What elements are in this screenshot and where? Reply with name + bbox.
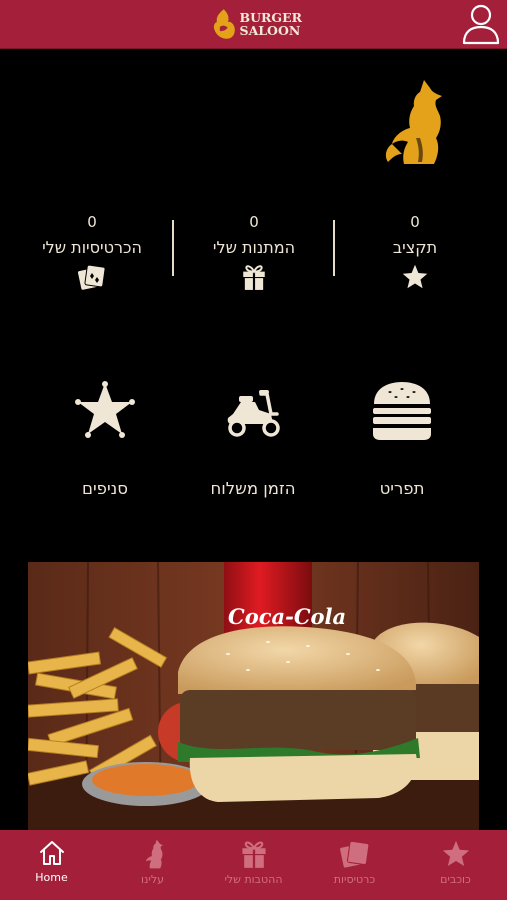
star-icon <box>442 840 469 866</box>
menu-button-label: תפריט <box>379 479 425 498</box>
burger-icon <box>373 382 431 440</box>
tab-home-label: Home <box>35 871 68 884</box>
gifts-label: המתנות שלי <box>212 238 296 257</box>
tab-benefits-label: ההטבות שלי <box>224 873 283 886</box>
gift-icon <box>243 265 265 290</box>
promo-food-image: Coca-Cola <box>28 562 479 830</box>
tab-home[interactable]: Home <box>1 830 102 900</box>
stat-budget[interactable]: 0 תקציב <box>335 212 495 291</box>
menu-button[interactable]: תפריט <box>322 380 482 500</box>
wolf-icon <box>145 839 163 869</box>
tab-stars[interactable]: כוכבים <box>405 830 506 900</box>
cards-icon <box>338 840 369 869</box>
burger-and-fries-photo: Coca-Cola <box>28 562 479 830</box>
sheriff-star-icon <box>75 381 135 438</box>
user-profile-icon[interactable] <box>461 3 501 45</box>
main-actions: תפריט הזמן משלוח סניפים <box>0 380 507 510</box>
order-delivery-label: הזמן משלוח <box>210 479 296 498</box>
app-logo[interactable]: BURGER SALOON <box>210 6 302 42</box>
tab-stars-label: כוכבים <box>440 873 471 886</box>
tab-about[interactable]: עלינו <box>102 830 203 900</box>
logo-wordmark: BURGER SALOON <box>240 11 302 37</box>
branches-label: סניפים <box>82 479 128 498</box>
stat-gifts[interactable]: 0 המתנות שלי <box>174 212 334 291</box>
bottom-tab-bar: Home עלינו ההטבות שלי כרטיסיות כוכבים <box>0 830 507 900</box>
home-icon <box>39 841 64 865</box>
budget-label: תקציב <box>392 238 438 257</box>
scooter-icon <box>227 390 280 437</box>
gifts-value: 0 <box>249 213 259 231</box>
stats-divider-2 <box>172 220 174 276</box>
tab-benefits[interactable]: ההטבות שלי <box>203 830 304 900</box>
order-delivery-button[interactable]: הזמן משלוח <box>173 380 333 500</box>
star-icon <box>402 264 428 289</box>
logo-line-2: SALOON <box>239 23 301 38</box>
cards-label: הכרטיסיות שלי <box>42 238 142 257</box>
stats-row: 0 תקציב 0 המתנות שלי 0 הכרטיסיות שלי <box>0 200 507 300</box>
stat-cards[interactable]: 0 הכרטיסיות שלי <box>12 212 172 291</box>
tab-cards-label: כרטיסיות <box>333 873 376 886</box>
coca-cola-text: Coca-Cola <box>228 604 346 629</box>
tab-about-label: עלינו <box>141 873 164 886</box>
cards-value: 0 <box>87 213 97 231</box>
cards-icon <box>76 264 106 291</box>
branches-button[interactable]: סניפים <box>25 380 185 500</box>
gift-icon <box>241 841 266 868</box>
wolf-mascot-icon <box>385 80 442 164</box>
tab-cards[interactable]: כרטיסיות <box>304 830 405 900</box>
top-bar: BURGER SALOON <box>0 0 507 49</box>
rooster-logo-icon <box>213 9 235 39</box>
budget-value: 0 <box>410 213 420 231</box>
